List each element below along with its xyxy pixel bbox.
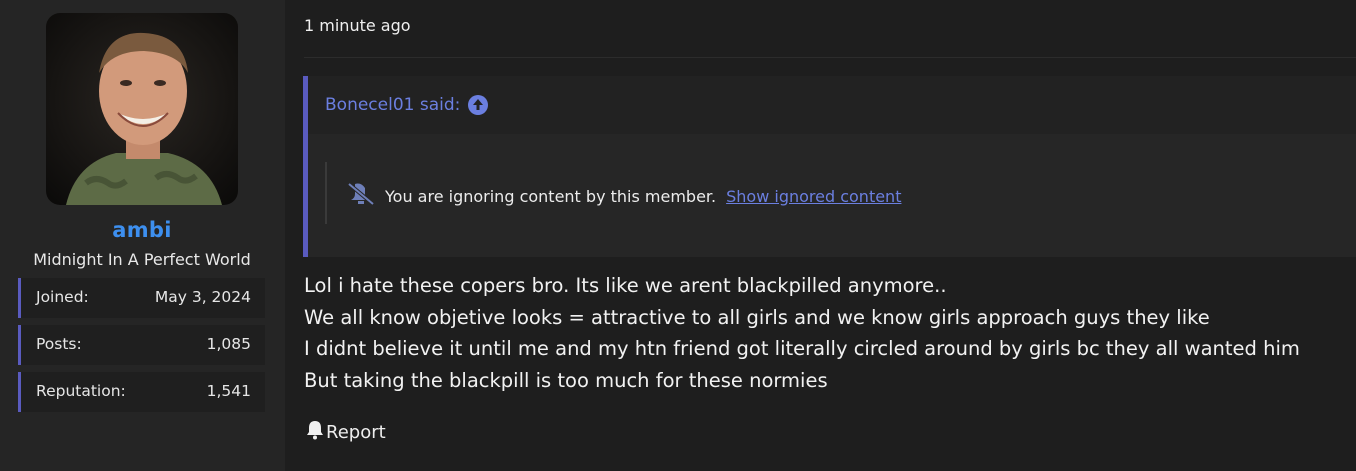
post-message: Lol i hate these copers bro. Its like we… [304, 270, 1300, 396]
stat-label: Posts: [36, 335, 82, 353]
username[interactable]: ambi [0, 218, 284, 242]
quote-header: Bonecel01 said: [308, 76, 1356, 134]
stat-value: 1,085 [206, 335, 251, 353]
header-divider [304, 57, 1356, 58]
message-line: But taking the blackpill is too much for… [304, 368, 828, 392]
ignored-content-notice: You are ignoring content by this member.… [325, 162, 1027, 224]
avatar-photo [46, 13, 238, 205]
message-line: We all know objetive looks = attractive … [304, 305, 1210, 329]
stat-joined: Joined: May 3, 2024 [18, 278, 265, 318]
message-line: I didnt believe it until me and my htn f… [304, 337, 1300, 360]
ignored-text: You are ignoring content by this member. [385, 186, 717, 206]
bell-icon [306, 420, 324, 445]
stat-label: Joined: [36, 288, 89, 306]
message-line: Lol i hate these copers bro. Its like we… [304, 274, 947, 297]
user-sidebar: ambi Midnight In A Perfect World Joined:… [0, 0, 285, 471]
stat-value: May 3, 2024 [154, 288, 251, 306]
quote-block: Bonecel01 said: You are ignoring content… [303, 76, 1356, 257]
avatar[interactable] [46, 13, 238, 205]
post-timestamp[interactable]: 1 minute ago [304, 16, 411, 35]
report-button[interactable]: Report [306, 420, 386, 445]
report-label[interactable]: Report [326, 422, 386, 443]
mute-icon [347, 182, 375, 210]
arrow-up-circle-icon[interactable] [468, 95, 489, 115]
stat-reputation: Reputation: 1,541 [18, 372, 265, 412]
quote-author-link[interactable]: Bonecel01 said: [325, 95, 489, 115]
show-ignored-content-link[interactable]: Show ignored content [726, 187, 901, 206]
quote-body: You are ignoring content by this member.… [308, 134, 1356, 257]
user-title: Midnight In A Perfect World [33, 250, 251, 269]
stat-posts: Posts: 1,085 [18, 325, 265, 365]
post-pointer-arrow [288, 20, 300, 44]
stat-label: Reputation: [36, 382, 126, 400]
quote-author[interactable]: Bonecel01 said: [325, 95, 460, 115]
stat-value: 1,541 [206, 382, 251, 400]
